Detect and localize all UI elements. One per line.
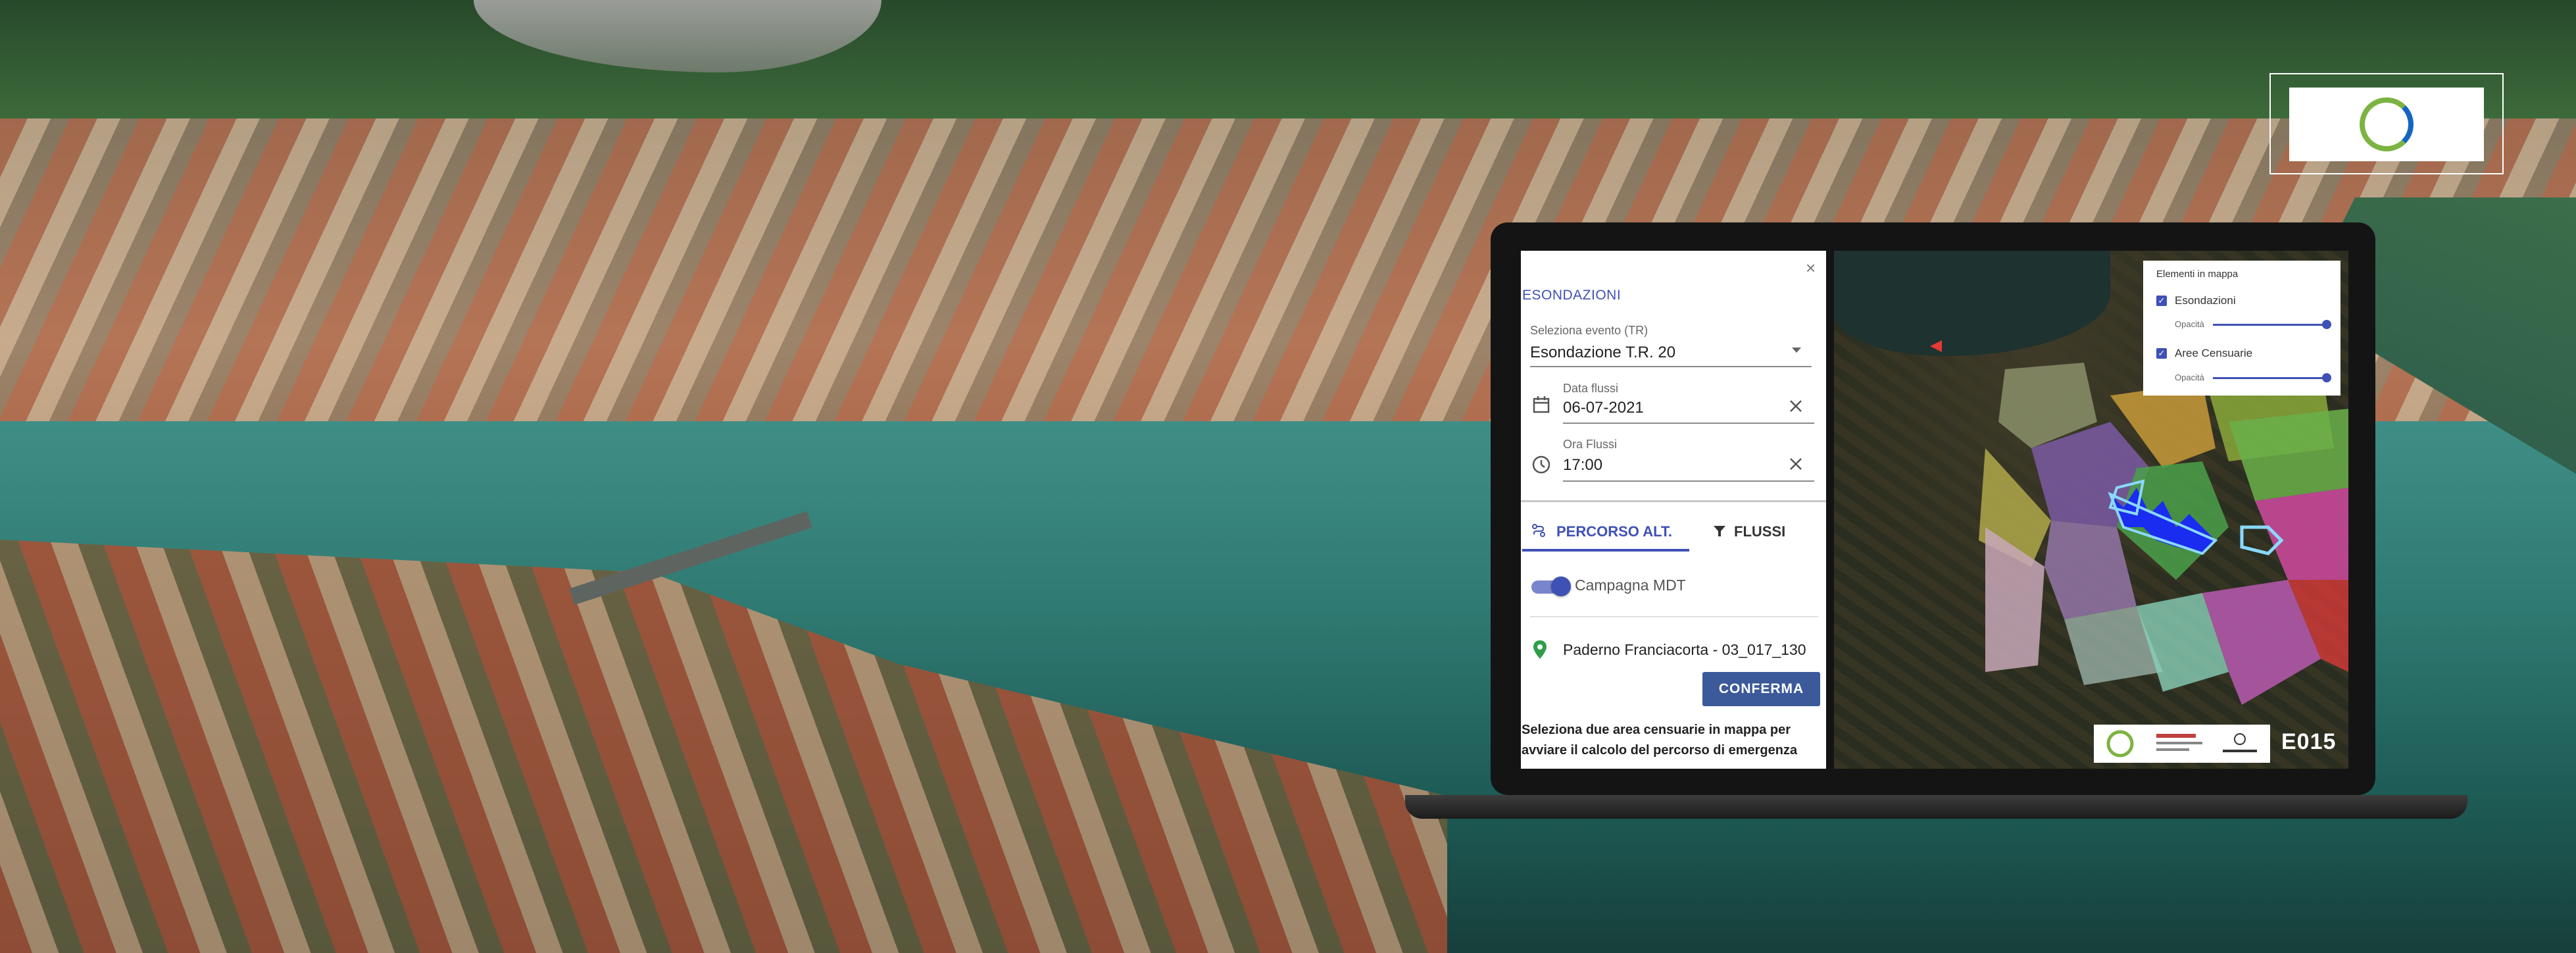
section-divider [1521, 500, 1826, 502]
location-field[interactable]: Paderno Franciacorta - 03_017_130 [1563, 641, 1820, 663]
legend-title: Elementi in mappa [2156, 269, 2239, 280]
active-tab-indicator [1522, 549, 1689, 552]
event-select-label: Seleziona evento (TR) [1530, 324, 1648, 337]
logo [2289, 88, 2484, 161]
panel-title: ESONDAZIONI [1522, 288, 1622, 303]
calendar-icon [1533, 396, 1550, 413]
location-pin-icon [1533, 640, 1547, 659]
clear-time-icon[interactable] [1788, 456, 1804, 472]
toggle-label: Campagna MDT [1575, 577, 1686, 594]
logo-frame [2269, 73, 2504, 174]
close-button[interactable]: × [1806, 258, 1816, 278]
time-field-underline [1563, 480, 1814, 482]
legend-label-esondazioni: Esondazioni [2175, 294, 2236, 307]
tab-percorso-alt[interactable]: PERCORSO ALT. [1556, 523, 1672, 540]
date-field-value: 06-07-2021 [1563, 399, 1644, 417]
toggle-divider [1530, 616, 1818, 617]
legend-label-aree-censuarie: Aree Censuarie [2175, 347, 2253, 359]
partner-logos [2094, 725, 2270, 763]
opacity-slider-track [2213, 377, 2326, 379]
time-field-value: 17:00 [1563, 456, 1603, 474]
partner-brand-e015: E015 [2281, 729, 2337, 754]
time-field-label: Ora Flussi [1563, 438, 1618, 451]
map-marker-icon [1930, 340, 1942, 352]
event-select-underline [1530, 366, 1812, 367]
route-icon [1532, 524, 1545, 537]
toggle-knob [1551, 577, 1571, 596]
opacity-label-esondazioni: Opacità [2175, 319, 2204, 329]
opacity-slider-track [2213, 324, 2326, 326]
event-select-value: Esondazione T.R. 20 [1530, 344, 1676, 361]
tab-flussi[interactable]: FLUSSI [1734, 523, 1785, 540]
clock-icon [1532, 455, 1550, 474]
map-legend [2143, 261, 2341, 396]
confirm-button[interactable]: CONFERMA [1702, 672, 1820, 706]
partner-logo-marks [2106, 730, 2257, 758]
date-field-underline [1563, 423, 1814, 424]
opacity-label-aree-censuarie: Opacità [2175, 373, 2204, 382]
location-value: Paderno Franciacorta - 03_017_130 [1563, 641, 1806, 658]
chevron-down-icon [1792, 348, 1801, 353]
clear-date-icon[interactable] [1788, 398, 1804, 414]
date-field-label: Data flussi [1563, 382, 1619, 395]
legend-checkbox-aree-censuarie[interactable]: ✓ [2156, 348, 2167, 359]
laptop-base [1405, 795, 2467, 819]
opacity-slider-knob[interactable] [2322, 373, 2331, 382]
logo-mark [2360, 97, 2414, 151]
legend-checkbox-esondazioni[interactable]: ✓ [2156, 296, 2167, 306]
opacity-slider-knob[interactable] [2322, 320, 2331, 329]
filter-icon [1714, 526, 1725, 536]
instruction-note: Seleziona due area censuarie in mappa pe… [1522, 723, 1798, 758]
